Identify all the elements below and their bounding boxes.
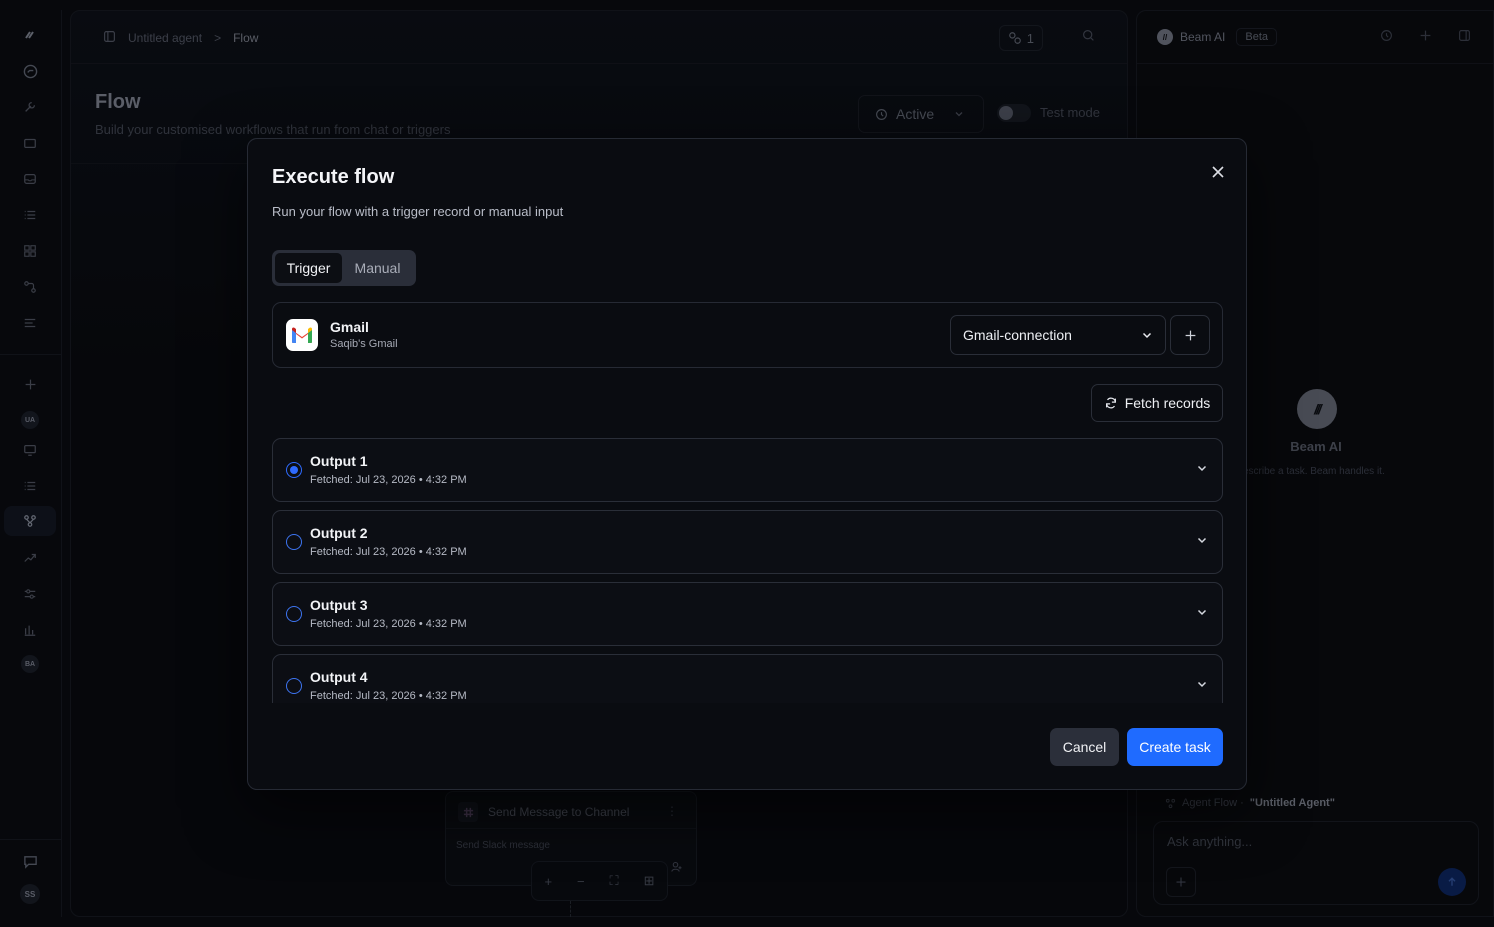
output-radio[interactable] — [286, 678, 302, 694]
mode-tabs: Trigger Manual — [272, 250, 416, 286]
connection-select[interactable]: Gmail-connection — [950, 315, 1166, 355]
chevron-down-icon — [1142, 332, 1152, 339]
connection-account: Saqib's Gmail — [330, 338, 398, 350]
fetch-records-button[interactable]: Fetch records — [1091, 384, 1223, 422]
chevron-down-icon[interactable] — [1196, 606, 1208, 618]
output-item[interactable]: Output 2 Fetched: Jul 23, 2026 • 4:32 PM — [272, 510, 1223, 574]
output-name: Output 4 — [310, 669, 368, 685]
output-fetched: Fetched: Jul 23, 2026 • 4:32 PM — [310, 546, 467, 558]
output-radio-selected[interactable] — [286, 462, 302, 478]
output-item[interactable]: Output 3 Fetched: Jul 23, 2026 • 4:32 PM — [272, 582, 1223, 646]
output-name: Output 2 — [310, 525, 368, 541]
output-radio[interactable] — [286, 606, 302, 622]
gmail-icon — [286, 319, 318, 351]
tab-manual[interactable]: Manual — [342, 253, 413, 283]
add-connection-button[interactable] — [1170, 315, 1210, 355]
cancel-button[interactable]: Cancel — [1050, 728, 1119, 766]
output-list: Output 1 Fetched: Jul 23, 2026 • 4:32 PM… — [272, 438, 1223, 703]
output-item[interactable]: Output 1 Fetched: Jul 23, 2026 • 4:32 PM — [272, 438, 1223, 502]
connection-card: Gmail Saqib's Gmail Gmail-connection — [272, 302, 1223, 368]
close-icon[interactable] — [1207, 161, 1229, 183]
tab-trigger[interactable]: Trigger — [275, 253, 342, 283]
chevron-down-icon[interactable] — [1196, 462, 1208, 474]
create-task-button[interactable]: Create task — [1127, 728, 1223, 766]
output-item[interactable]: Output 4 Fetched: Jul 23, 2026 • 4:32 PM — [272, 654, 1223, 703]
output-name: Output 3 — [310, 597, 368, 613]
execute-flow-dialog: Execute flow Run your flow with a trigge… — [247, 138, 1247, 790]
output-fetched: Fetched: Jul 23, 2026 • 4:32 PM — [310, 690, 467, 702]
output-name: Output 1 — [310, 453, 368, 469]
connection-app: Gmail — [330, 319, 369, 335]
dialog-title: Execute flow — [272, 166, 395, 188]
dialog-subtitle: Run your flow with a trigger record or m… — [272, 204, 564, 219]
connection-selected: Gmail-connection — [963, 327, 1072, 343]
output-radio[interactable] — [286, 534, 302, 550]
output-fetched: Fetched: Jul 23, 2026 • 4:32 PM — [310, 474, 467, 486]
chevron-down-icon[interactable] — [1196, 678, 1208, 690]
plus-icon — [1185, 330, 1195, 340]
chevron-down-icon[interactable] — [1196, 534, 1208, 546]
fetch-records-label: Fetch records — [1124, 395, 1211, 411]
refresh-icon — [1105, 397, 1116, 409]
output-fetched: Fetched: Jul 23, 2026 • 4:32 PM — [310, 618, 467, 630]
